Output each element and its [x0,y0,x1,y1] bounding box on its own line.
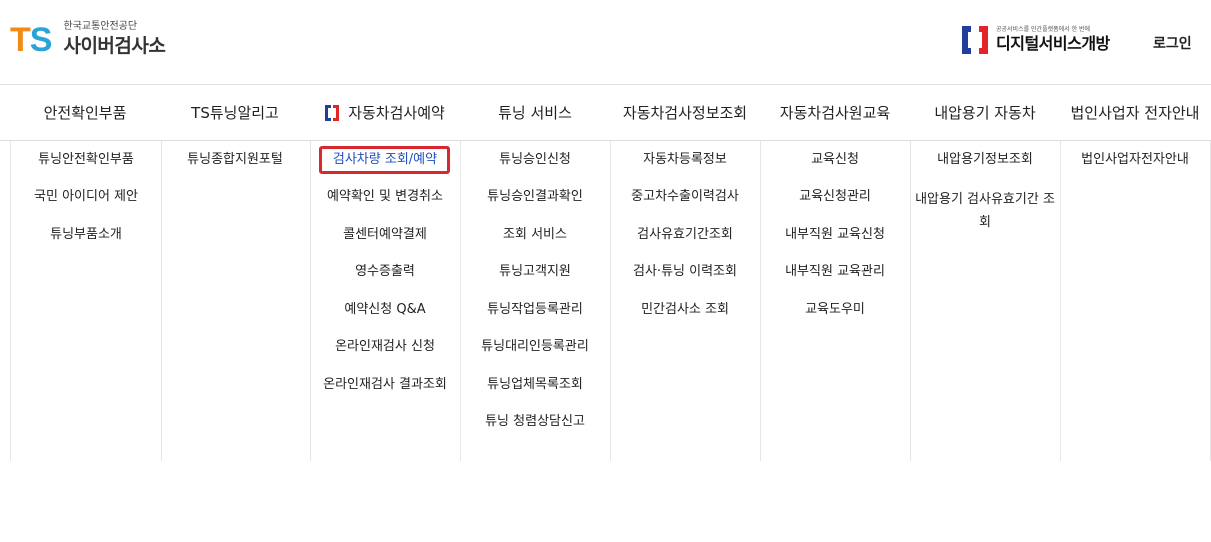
nav-item-pressure-vessel[interactable]: 내압용기 자동차 [910,85,1060,140]
submenu-item[interactable]: 검사·튜닝 이력조회 [610,263,760,281]
submenu-item[interactable]: 예약신청 Q&A [310,301,460,319]
submenu-item[interactable]: 온라인재검사 신청 [310,338,460,356]
submenu-item[interactable]: 튜닝안전확인부품 [11,151,161,169]
submenu-column-ts-tuning: 튜닝종합지원포털 [160,141,311,461]
ts-logo-s: S [29,21,53,59]
submenu-item[interactable]: 튜닝업체목록조회 [460,376,610,394]
submenu-item[interactable]: 튜닝부품소개 [11,226,161,244]
submenu-item[interactable]: 검사유효기간조회 [610,226,760,244]
nav-item-label: 튜닝 서비스 [498,104,572,122]
submenu-item[interactable]: 내압용기정보조회 [910,151,1060,169]
submenu-item[interactable]: 온라인재검사 결과조회 [310,376,460,394]
submenu-column-corporate-notice: 법인사업자전자안내 [1060,141,1211,461]
submenu-item[interactable]: 교육도우미 [760,301,910,319]
logo-text: 한국교통안전공단 사이버검사소 [63,21,165,59]
digital-service-bracket-icon [962,26,988,54]
nav-item-label: 자동차검사정보조회 [622,104,748,122]
submenu-item[interactable]: 내부직원 교육신청 [760,226,910,244]
ts-logo-mark: TS [10,20,53,60]
submenu-item[interactable]: 튜닝종합지원포털 [160,151,310,169]
ts-logo-t: T [10,21,31,59]
nav-item-label: 자동차검사예약 [348,104,445,122]
submenu-item[interactable]: 튜닝작업등록관리 [460,301,610,319]
nav-item-inspection-info[interactable]: 자동차검사정보조회 [610,85,760,140]
bracket-icon [325,104,340,121]
nav-item-label: 법인사업자 전자안내 [1070,104,1200,122]
submenu-item[interactable]: 영수증출력 [310,263,460,281]
submenu-item[interactable]: 법인사업자전자안내 [1060,151,1210,169]
nav-item-corporate-notice[interactable]: 법인사업자 전자안내 [1060,85,1210,140]
nav-item-inspector-education[interactable]: 자동차검사원교육 [760,85,910,140]
submenu-item[interactable]: 내압용기 검사유효기간 조회 [915,188,1055,234]
submenu-item[interactable]: 교육신청관리 [760,188,910,206]
submenu-column-tuning-service: 튜닝승인신청 튜닝승인결과확인 조회 서비스 튜닝고객지원 튜닝작업등록관리 튜… [460,141,611,461]
nav-item-label: 안전확인부품 [43,104,127,122]
submenu-column-pressure-vessel: 내압용기정보조회 내압용기 검사유효기간 조회 [910,141,1061,461]
submenu-item[interactable]: 예약확인 및 변경취소 [310,188,460,206]
nav-item-label: TS튜닝알리고 [191,104,279,122]
nav-item-ts-tuning[interactable]: TS튜닝알리고 [160,85,310,140]
digital-service-logo[interactable]: 공공서비스를 민간플랫폼에서 한 번에 디지털서비스개방 [962,26,1110,54]
nav-item-label: 자동차검사원교육 [779,104,891,122]
nav-item-label: 내압용기 자동차 [934,104,1036,122]
submenu-item[interactable]: 튜닝승인신청 [460,151,610,169]
logo-title: 사이버검사소 [63,35,166,57]
site-header: TS 한국교통안전공단 사이버검사소 공공서비스를 민간플랫폼에서 한 번에 디… [0,0,1211,85]
submenu-item[interactable]: 튜닝대리인등록관리 [460,338,610,356]
submenu-column-inspector-education: 교육신청 교육신청관리 내부직원 교육신청 내부직원 교육관리 교육도우미 [760,141,911,461]
submenu-item[interactable]: 튜닝승인결과확인 [460,188,610,206]
submenu-item[interactable]: 튜닝고객지원 [460,263,610,281]
main-nav: 안전확인부품 TS튜닝알리고 자동차검사예약 튜닝 서비스 자동차검사정보조회 … [0,85,1211,141]
submenu-item[interactable]: 콜센터예약결제 [310,226,460,244]
logo-subtitle: 한국교통안전공단 [63,21,138,32]
nav-item-inspection-reservation[interactable]: 자동차검사예약 [310,85,460,140]
submenu-item[interactable]: 민간검사소 조회 [610,301,760,319]
nav-item-tuning-service[interactable]: 튜닝 서비스 [460,85,610,140]
digital-service-text: 공공서비스를 민간플랫폼에서 한 번에 디지털서비스개방 [996,26,1110,54]
digital-service-subtitle: 공공서비스를 민간플랫폼에서 한 번에 [996,26,1091,33]
submenu-item[interactable]: 내부직원 교육관리 [760,263,910,281]
ts-logo[interactable]: TS 한국교통안전공단 사이버검사소 [10,20,166,60]
digital-service-title: 디지털서비스개방 [996,34,1110,53]
submenu-item[interactable]: 교육신청 [760,151,910,169]
submenu-column-inspection-reservation: 검사차량 조회/예약 예약확인 및 변경취소 콜센터예약결제 영수증출력 예약신… [310,141,461,461]
submenu-column-safety-parts: 튜닝안전확인부품 국민 아이디어 제안 튜닝부품소개 [10,141,162,461]
submenu-column-inspection-info: 자동차등록정보 중고차수출이력검사 검사유효기간조회 검사·튜닝 이력조회 민간… [610,141,761,461]
submenu-item[interactable]: 조회 서비스 [460,226,610,244]
submenu-item[interactable]: 튜닝 청렴상담신고 [460,413,610,431]
nav-item-safety-parts[interactable]: 안전확인부품 [10,85,160,140]
submenu-item-vehicle-lookup-reservation[interactable]: 검사차량 조회/예약 [310,151,460,169]
submenu-item[interactable]: 국민 아이디어 제안 [11,188,161,206]
login-link[interactable]: 로그인 [1153,33,1192,53]
submenu-item[interactable]: 자동차등록정보 [610,151,760,169]
mega-menu: 튜닝안전확인부품 국민 아이디어 제안 튜닝부품소개 튜닝종합지원포털 검사차량… [0,141,1211,461]
submenu-item[interactable]: 중고차수출이력검사 [610,188,760,206]
